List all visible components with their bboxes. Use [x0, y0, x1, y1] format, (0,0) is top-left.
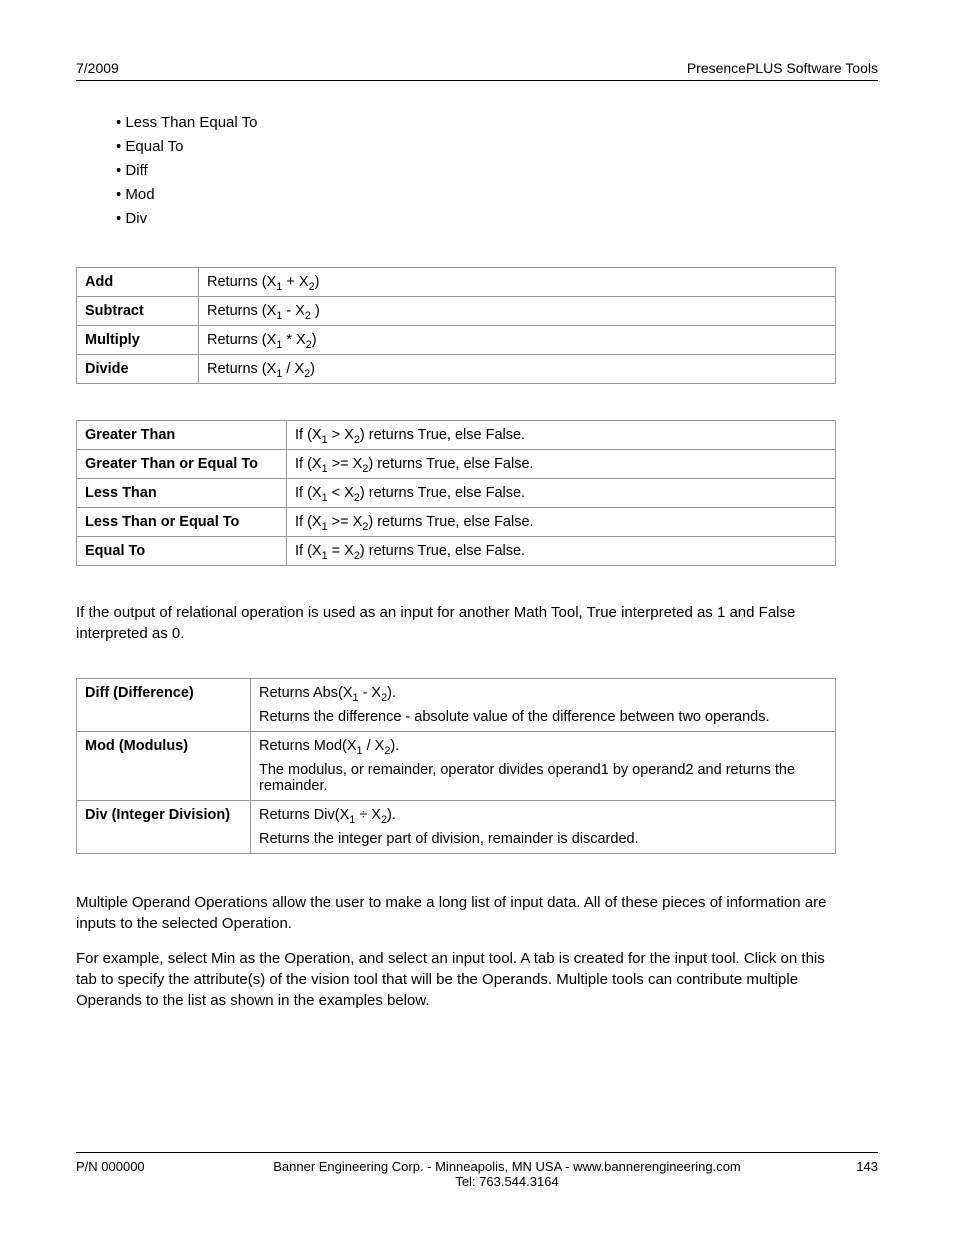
table-row: DivideReturns (X1 / X2)	[77, 355, 836, 384]
footer-tel: Tel: 763.544.3164	[455, 1174, 558, 1189]
op-desc: If (X1 = X2) returns True, else False.	[287, 537, 836, 566]
spacer	[76, 872, 878, 892]
op-desc: If (X1 >= X2) returns True, else False.	[287, 450, 836, 479]
table-row: SubtractReturns (X1 - X2 )	[77, 297, 836, 326]
op-label: Greater Than or Equal To	[77, 450, 287, 479]
table-row: Less ThanIf (X1 < X2) returns True, else…	[77, 479, 836, 508]
page: 7/2009 PresencePLUS Software Tools Less …	[0, 0, 954, 1235]
arithmetic-table: AddReturns (X1 + X2) SubtractReturns (X1…	[76, 267, 836, 384]
op-desc: If (X1 > X2) returns True, else False.	[287, 421, 836, 450]
op-desc: Returns (X1 - X2 )	[199, 297, 836, 326]
table-row: Greater Than or Equal ToIf (X1 >= X2) re…	[77, 450, 836, 479]
table-row: AddReturns (X1 + X2)	[77, 268, 836, 297]
op-desc: If (X1 < X2) returns True, else False.	[287, 479, 836, 508]
list-item: Equal To	[116, 135, 878, 159]
list-item: Less Than Equal To	[116, 111, 878, 135]
desc-line: Returns Abs(X1 - X2).	[259, 685, 827, 701]
table-row: Equal ToIf (X1 = X2) returns True, else …	[77, 537, 836, 566]
op-desc: Returns Mod(X1 / X2). The modulus, or re…	[251, 732, 836, 801]
op-desc: Returns (X1 / X2)	[199, 355, 836, 384]
desc-line: Returns Mod(X1 / X2).	[259, 738, 827, 754]
header-title: PresencePLUS Software Tools	[687, 60, 878, 76]
table-row: Diff (Difference) Returns Abs(X1 - X2). …	[77, 679, 836, 732]
header-date: 7/2009	[76, 60, 119, 76]
part-number: P/N 000000	[76, 1159, 196, 1174]
table-row: Div (Integer Division) Returns Div(X1 ÷ …	[77, 801, 836, 854]
op-label: Equal To	[77, 537, 287, 566]
desc-line: The modulus, or remainder, operator divi…	[259, 762, 827, 794]
op-desc: If (X1 >= X2) returns True, else False.	[287, 508, 836, 537]
op-label: Less Than	[77, 479, 287, 508]
desc-line: Returns the difference - absolute value …	[259, 709, 827, 725]
page-number: 143	[818, 1159, 878, 1174]
op-label: Greater Than	[77, 421, 287, 450]
op-label: Diff (Difference)	[77, 679, 251, 732]
op-desc: Returns (X1 + X2)	[199, 268, 836, 297]
footer-company: Banner Engineering Corp. - Minneapolis, …	[273, 1159, 741, 1174]
multi-operand-para-2: For example, select Min as the Operation…	[76, 948, 836, 1011]
relational-table: Greater ThanIf (X1 > X2) returns True, e…	[76, 420, 836, 566]
op-label: Div (Integer Division)	[77, 801, 251, 854]
special-ops-table: Diff (Difference) Returns Abs(X1 - X2). …	[76, 678, 836, 854]
page-header: 7/2009 PresencePLUS Software Tools	[76, 60, 878, 81]
table-row: Greater ThanIf (X1 > X2) returns True, e…	[77, 421, 836, 450]
relational-note: If the output of relational operation is…	[76, 602, 836, 644]
page-footer: P/N 000000 Banner Engineering Corp. - Mi…	[76, 1152, 878, 1189]
spacer	[76, 658, 878, 678]
op-label: Divide	[77, 355, 199, 384]
op-label: Mod (Modulus)	[77, 732, 251, 801]
op-desc: Returns (X1 * X2)	[199, 326, 836, 355]
table-row: Mod (Modulus) Returns Mod(X1 / X2). The …	[77, 732, 836, 801]
op-label: Subtract	[77, 297, 199, 326]
table-row: MultiplyReturns (X1 * X2)	[77, 326, 836, 355]
op-desc: Returns Div(X1 ÷ X2). Returns the intege…	[251, 801, 836, 854]
desc-line: Returns the integer part of division, re…	[259, 831, 827, 847]
footer-center: Banner Engineering Corp. - Minneapolis, …	[196, 1159, 818, 1189]
list-item: Mod	[116, 183, 878, 207]
table-row: Less Than or Equal ToIf (X1 >= X2) retur…	[77, 508, 836, 537]
list-item: Div	[116, 207, 878, 231]
multi-operand-para-1: Multiple Operand Operations allow the us…	[76, 892, 836, 934]
op-label: Less Than or Equal To	[77, 508, 287, 537]
list-item: Diff	[116, 159, 878, 183]
op-desc: Returns Abs(X1 - X2). Returns the differ…	[251, 679, 836, 732]
op-label: Add	[77, 268, 199, 297]
desc-line: Returns Div(X1 ÷ X2).	[259, 807, 827, 823]
bullet-list: Less Than Equal To Equal To Diff Mod Div	[116, 111, 878, 231]
op-label: Multiply	[77, 326, 199, 355]
